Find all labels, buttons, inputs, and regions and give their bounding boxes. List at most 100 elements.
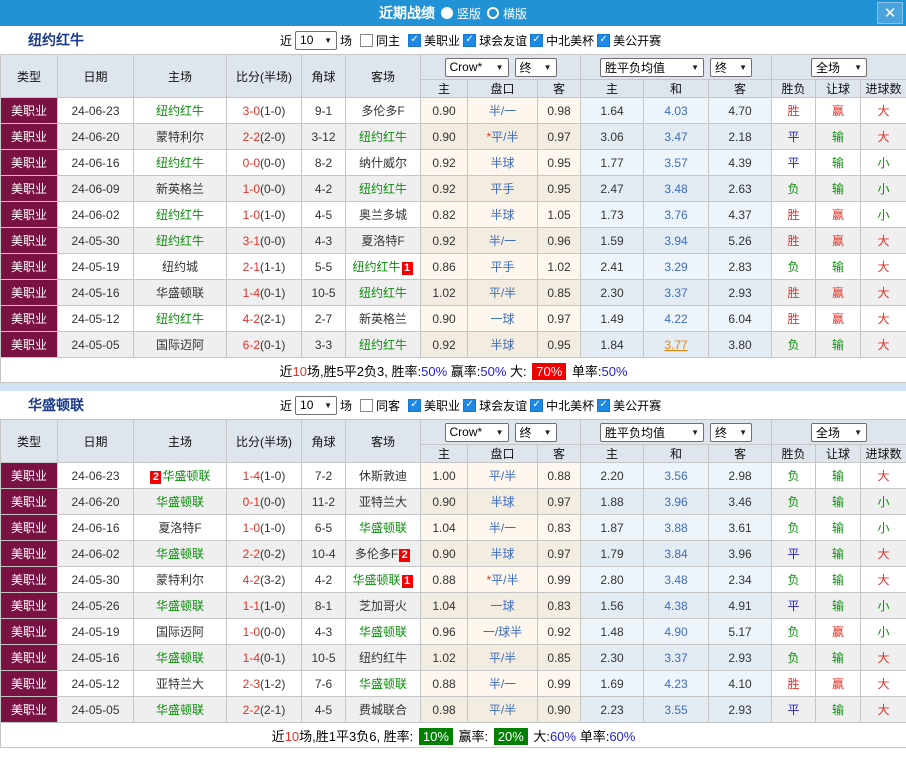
eu-away-odds: 3.46 <box>728 495 751 509</box>
goals-result-cell: 大 <box>861 332 906 358</box>
halftime-score: (1-0) <box>260 104 285 118</box>
avg-odds-select[interactable]: 胜平负均值 ▼ <box>600 58 704 77</box>
ah-away-odds: 0.95 <box>547 156 570 170</box>
score-cell: 1-0(1-0) <box>227 202 302 228</box>
goals-result-text: 大 <box>878 469 890 483</box>
ah-away-odds: 0.95 <box>547 338 570 352</box>
result-text: 平 <box>788 547 800 561</box>
league-checkbox[interactable]: ✓ <box>463 34 476 47</box>
match-count-select[interactable]: 10 ▼ <box>295 396 337 415</box>
home-team-cell: 华盛顿联 <box>134 593 227 619</box>
league-checkbox[interactable]: ✓ <box>408 34 421 47</box>
handicap-text: 半球 <box>490 338 514 352</box>
eu-away-odds-cell: 3.61 <box>709 515 772 541</box>
team-name: 纽约红牛 <box>359 130 407 144</box>
fulltime-score: 1-4 <box>243 469 260 483</box>
league-checkbox[interactable]: ✓ <box>597 34 610 47</box>
league-cell: 美职业 <box>1 228 58 254</box>
league-checkbox[interactable]: ✓ <box>530 399 543 412</box>
date-cell: 24-06-02 <box>58 202 134 228</box>
goals-result-cell: 小 <box>861 489 906 515</box>
handicap-cell: 一球 <box>468 306 538 332</box>
eu-home-odds-cell: 2.80 <box>581 567 644 593</box>
date-cell: 24-05-12 <box>58 671 134 697</box>
eu-final-select[interactable]: 终 ▼ <box>710 58 752 77</box>
eu-draw-odds-cell: 4.03 <box>644 98 709 124</box>
match-row: 美职业24-05-30蒙特利尔4-2(3-2)4-2华盛顿联10.88*平/半0… <box>1 567 906 593</box>
eu-draw-odds: 3.96 <box>664 495 687 509</box>
avg-odds-select[interactable]: 胜平负均值 ▼ <box>600 423 704 442</box>
scope-select[interactable]: 全场 ▼ <box>811 58 867 77</box>
ah-away-odds: 0.99 <box>547 677 570 691</box>
date-cell: 24-06-20 <box>58 124 134 150</box>
league-checkbox[interactable]: ✓ <box>597 399 610 412</box>
eu-final-select[interactable]: 终 ▼ <box>710 423 752 442</box>
ah-final-select[interactable]: 终 ▼ <box>515 423 557 442</box>
ah-final-select[interactable]: 终 ▼ <box>515 58 557 77</box>
goals-result-text: 小 <box>878 625 890 639</box>
goals-result-text: 大 <box>878 286 890 300</box>
result-text: 负 <box>788 260 800 274</box>
league-checkbox[interactable]: ✓ <box>530 34 543 47</box>
layout-option-vertical[interactable]: 竖版 <box>441 5 481 22</box>
league-cell: 美职业 <box>1 541 58 567</box>
corner-cell: 9-1 <box>302 98 346 124</box>
result-cell: 胜 <box>772 280 816 306</box>
col-header-eu-away: 客 <box>709 80 772 98</box>
bookmaker-select[interactable]: Crow* ▼ <box>445 58 509 77</box>
page-title: 近期战绩 <box>379 3 435 23</box>
col-header-score: 比分(半场) <box>227 420 302 463</box>
red-card-badge: 1 <box>402 262 413 275</box>
corner-text: 4-5 <box>315 703 332 717</box>
league-text: 美职业 <box>11 547 47 561</box>
fulltime-score: 4-2 <box>243 573 260 587</box>
ah-home-odds-cell: 1.02 <box>421 280 468 306</box>
score-cell: 0-1(0-0) <box>227 489 302 515</box>
team-name: 多伦多F <box>355 547 398 561</box>
ah-away-odds-cell: 0.95 <box>538 332 581 358</box>
layout-option-horizontal[interactable]: 横版 <box>487 5 527 22</box>
handicap-result-cell: 赢 <box>816 280 861 306</box>
handicap-result-text: 输 <box>832 182 844 196</box>
bookmaker-select[interactable]: Crow* ▼ <box>445 423 509 442</box>
team-name: 夏洛特F <box>361 234 404 248</box>
match-count-select[interactable]: 10 ▼ <box>295 31 337 50</box>
team-name: 纽约红牛 <box>156 208 204 222</box>
handicap-result-cell: 输 <box>816 593 861 619</box>
home-team-cell: 亚特兰大 <box>134 671 227 697</box>
same-venue-checkbox[interactable] <box>360 399 373 412</box>
league-text: 美职业 <box>11 156 47 170</box>
result-cell: 胜 <box>772 98 816 124</box>
handicap-text: 半/一 <box>489 521 516 535</box>
fulltime-score: 1-0 <box>243 182 260 196</box>
scope-select[interactable]: 全场 ▼ <box>811 423 867 442</box>
eu-home-odds: 1.56 <box>600 599 623 613</box>
goals-result-text: 大 <box>878 677 890 691</box>
score-cell: 2-2(2-0) <box>227 124 302 150</box>
team-name: 华盛顿联 <box>359 677 407 691</box>
col-header-corner: 角球 <box>302 55 346 98</box>
corner-cell: 3-3 <box>302 332 346 358</box>
select-value: 全场 <box>816 59 840 76</box>
handicap-result-cell: 输 <box>816 150 861 176</box>
handicap-result-text: 输 <box>832 573 844 587</box>
eu-draw-odds-cell: 4.90 <box>644 619 709 645</box>
date-cell: 24-05-05 <box>58 332 134 358</box>
fulltime-score: 1-0 <box>243 521 260 535</box>
close-button[interactable]: ✕ <box>877 2 903 24</box>
corner-cell: 6-5 <box>302 515 346 541</box>
result-text: 平 <box>788 130 800 144</box>
ah-home-odds: 0.90 <box>432 130 455 144</box>
team-name: 华盛顿联 <box>156 703 204 717</box>
eu-away-odds-cell: 2.93 <box>709 645 772 671</box>
summary-segment: 20% <box>494 728 528 745</box>
league-checkbox[interactable]: ✓ <box>408 399 421 412</box>
result-text: 负 <box>788 338 800 352</box>
fulltime-score: 1-4 <box>243 286 260 300</box>
eu-home-odds-cell: 2.47 <box>581 176 644 202</box>
fulltime-score: 2-2 <box>243 547 260 561</box>
league-checkbox[interactable]: ✓ <box>463 399 476 412</box>
select-value: 终 <box>715 424 727 441</box>
same-venue-checkbox[interactable] <box>360 34 373 47</box>
corner-text: 4-3 <box>315 234 332 248</box>
